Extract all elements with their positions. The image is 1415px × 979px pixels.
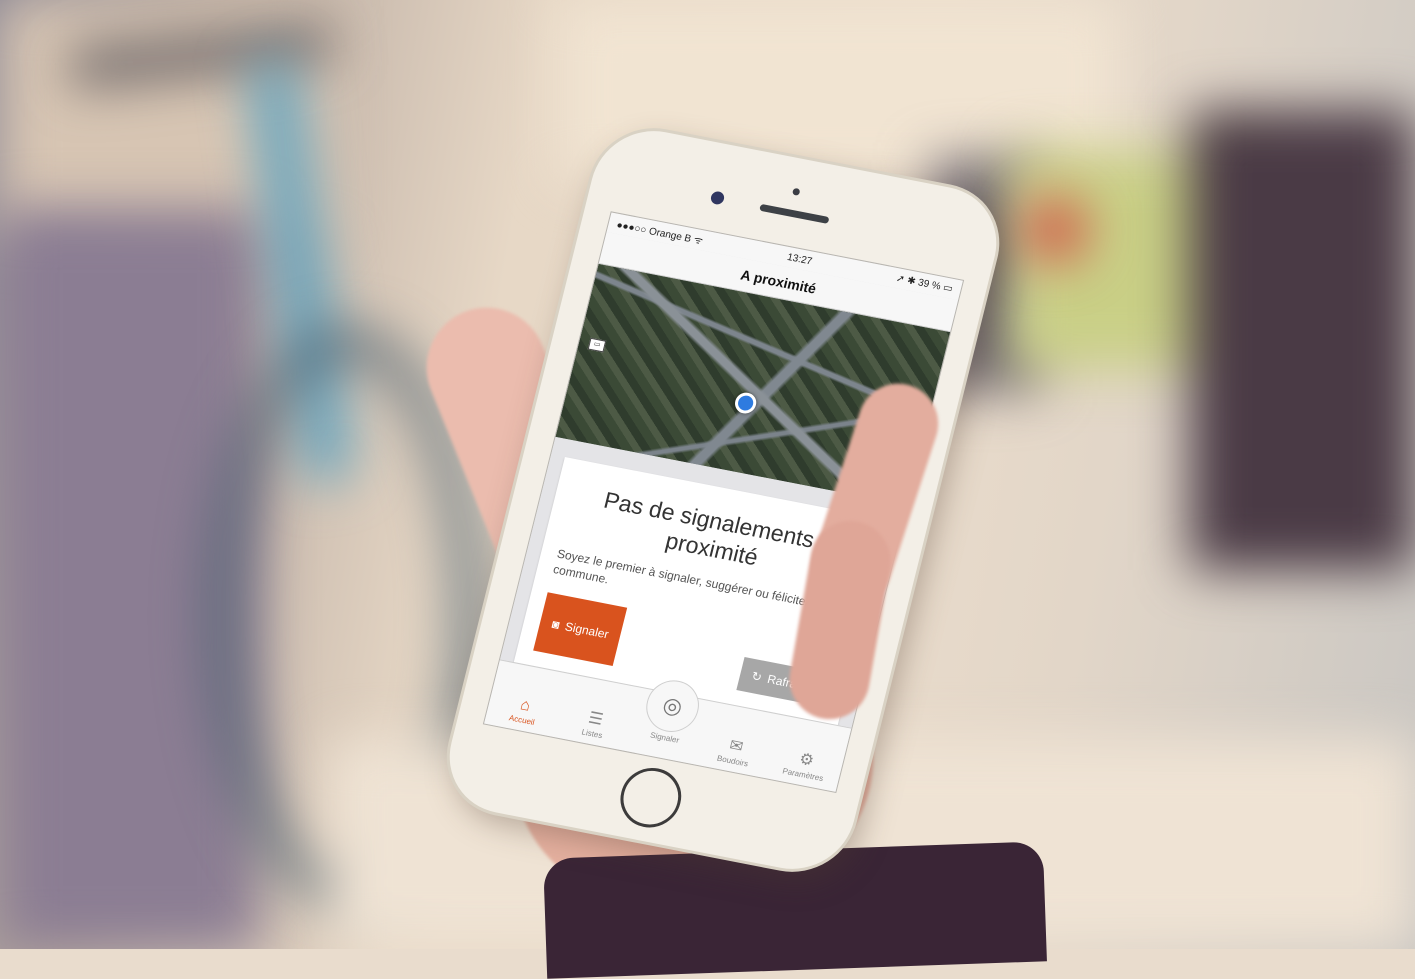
earpiece-speaker xyxy=(759,203,830,224)
list-icon: ☰ xyxy=(586,709,605,729)
camera-icon: ◎ xyxy=(640,675,705,737)
front-camera xyxy=(709,190,726,206)
tab-settings[interactable]: ⚙ Paramètres xyxy=(772,747,837,785)
page-title: A proximité xyxy=(739,266,818,297)
tab-home[interactable]: ⌂ Accueil xyxy=(491,693,556,731)
home-button[interactable] xyxy=(614,762,688,833)
tab-settings-label: Paramètres xyxy=(781,766,825,784)
report-button[interactable]: ◙ Signaler xyxy=(533,592,628,667)
gear-icon: ⚙ xyxy=(797,750,816,770)
tab-inbox[interactable]: ✉ Boudoirs xyxy=(702,734,767,772)
camera-icon: ◙ xyxy=(550,616,562,632)
home-icon: ⌂ xyxy=(518,696,533,715)
tab-lists-label: Listes xyxy=(580,727,604,741)
tab-home-label: Accueil xyxy=(507,713,536,727)
inbox-icon: ✉ xyxy=(727,737,745,757)
tab-report-label: Signaler xyxy=(649,730,681,745)
refresh-icon: ↻ xyxy=(750,668,764,685)
report-button-label: Signaler xyxy=(563,619,611,642)
current-location-dot xyxy=(732,390,759,416)
status-time: 13:27 xyxy=(786,251,814,267)
tab-inbox-label: Boudoirs xyxy=(715,753,750,769)
proximity-sensor xyxy=(791,187,801,196)
tab-lists[interactable]: ☰ Listes xyxy=(561,706,626,744)
map-marker-icon[interactable]: ▭ xyxy=(587,337,607,353)
